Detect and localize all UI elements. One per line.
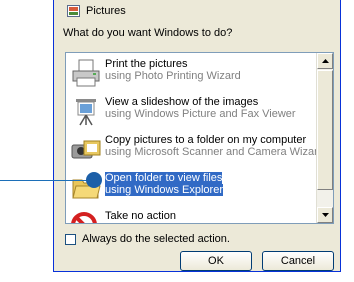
item-title: Print the pictures (105, 58, 188, 70)
list-item-print[interactable]: Print the pictures using Photo Printing … (68, 55, 318, 93)
file-type-row: Pictures (67, 3, 126, 19)
item-subtitle: using Windows Picture and Fax Viewer (105, 108, 296, 120)
pictures-icon (67, 5, 80, 17)
printer-icon (72, 59, 100, 87)
slideshow-icon (76, 99, 96, 126)
cancel-button[interactable]: Cancel (262, 251, 334, 271)
camera-icon (71, 140, 101, 159)
question-label: What do you want Windows to do? (63, 27, 233, 39)
item-subtitle: using Photo Printing Wizard (105, 70, 241, 82)
scroll-thumb[interactable] (317, 70, 333, 190)
list-scrollbar[interactable] (316, 53, 333, 223)
scroll-down-button[interactable] (317, 207, 333, 223)
callout-marker (86, 172, 102, 188)
list-item-no-action[interactable]: Take no action (68, 207, 318, 223)
arrow-down-icon (321, 213, 329, 217)
callout-line (0, 180, 95, 181)
list-item-copy[interactable]: Copy pictures to a folder on my computer… (68, 131, 324, 169)
item-title: Copy pictures to a folder on my computer (105, 134, 307, 146)
list-item-open-folder[interactable]: Open folder to view files using Windows … (68, 169, 318, 207)
item-subtitle: using Microsoft Scanner and Camera Wizar… (105, 146, 324, 158)
action-list[interactable]: Print the pictures using Photo Printing … (65, 52, 334, 224)
item-subtitle: using Windows Explorer (105, 184, 223, 196)
scroll-up-button[interactable] (317, 53, 333, 69)
file-type-label: Pictures (86, 5, 126, 17)
autoplay-dialog: Pictures What do you want Windows to do?… (53, 0, 341, 272)
arrow-up-icon (321, 59, 329, 63)
list-item-slideshow[interactable]: View a slideshow of the images using Win… (68, 93, 318, 131)
always-do-label: Always do the selected action. (82, 233, 230, 245)
always-do-row[interactable]: Always do the selected action. (65, 233, 230, 245)
item-title: Open folder to view files (105, 172, 223, 184)
item-title: View a slideshow of the images (105, 96, 259, 108)
ok-button[interactable]: OK (180, 251, 252, 271)
no-action-icon (71, 212, 97, 223)
item-title: Take no action (105, 210, 176, 222)
always-do-checkbox[interactable] (65, 233, 76, 245)
